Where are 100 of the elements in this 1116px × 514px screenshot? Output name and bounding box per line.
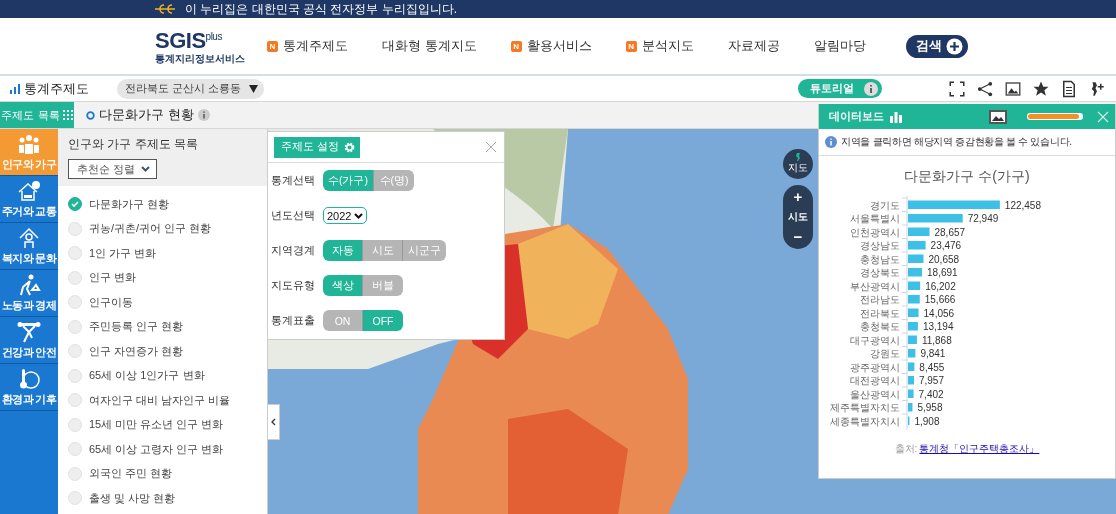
search-button[interactable]: 검색 <box>905 34 968 58</box>
plus-icon <box>945 37 963 55</box>
radio-button[interactable] <box>68 197 82 212</box>
opacity-slider-fill[interactable] <box>1028 114 1080 119</box>
category-label: 세종특별자치시 <box>830 415 900 427</box>
value-label: 8,455 <box>919 361 945 373</box>
logo-subtitle: 통계지리정보서비스 <box>155 52 246 67</box>
current-theme-title: 다문화가구 현황 <box>99 106 194 124</box>
value-label: 7,402 <box>918 388 944 400</box>
fullscreen-icon[interactable] <box>948 79 966 98</box>
bar[interactable] <box>908 254 924 263</box>
dropdown-arrow-icon <box>248 84 258 93</box>
value-label: 1,908 <box>914 415 940 427</box>
house-person-icon <box>17 226 41 250</box>
nav-link[interactable]: N 통계주제도 <box>267 37 348 55</box>
info-icon[interactable] <box>197 109 210 121</box>
nav-link[interactable]: N 활용서비스 <box>510 37 592 55</box>
bar[interactable] <box>908 349 916 358</box>
category-label: 경상남도 <box>860 240 900 251</box>
bar[interactable] <box>908 281 921 290</box>
info-icon <box>864 81 878 96</box>
category-label: 서울특별시 <box>850 213 900 224</box>
nav-link[interactable]: 자료제공 <box>727 37 780 55</box>
page-title: 통계주제도 <box>24 79 90 98</box>
collapse-button[interactable] <box>268 404 280 440</box>
setting-label: 지도유형 <box>271 278 316 293</box>
nav-link[interactable]: 알림마당 <box>813 37 866 55</box>
bar[interactable] <box>908 376 914 385</box>
house-icon <box>17 179 41 203</box>
source-link[interactable]: 통계청「인구주택총조사」 <box>919 441 1040 456</box>
bar[interactable] <box>908 322 918 331</box>
info-icon <box>825 136 837 148</box>
category-label: 대전광역시 <box>850 375 900 386</box>
value-label: 16,202 <box>925 280 956 292</box>
bar[interactable] <box>908 214 963 223</box>
sort-dropdown[interactable]: 추천순 정렬 <box>68 159 157 179</box>
category-label: 충청북도 <box>860 321 900 332</box>
category-label: 충청남도 <box>860 253 900 265</box>
theme-list-item[interactable]: 1인 가구 변화 <box>58 241 267 266</box>
theme-list-item[interactable]: 출생 및 사망 현황 <box>58 486 267 511</box>
theme-list-item[interactable]: 15세 미만 유소년 인구 변화 <box>58 412 267 437</box>
setting-label: 년도선택 <box>271 208 316 223</box>
category-label: 울산광역시 <box>850 388 900 400</box>
bar[interactable] <box>908 295 920 304</box>
theme-list-item[interactable]: 인구 변화 <box>58 265 267 290</box>
value-label: 15,666 <box>924 294 956 305</box>
theme-list-item[interactable]: 외국인 주민 현황 <box>58 461 267 486</box>
notice-text: 지역을 클릭하면 해당지역 증감현황을 볼 수 있습니다. <box>841 135 1072 149</box>
category-label: 부산광역시 <box>850 280 900 292</box>
logo-title[interactable]: SGIS$^{plus}$ <box>155 25 267 53</box>
value-label: 11,868 <box>921 334 952 346</box>
setting-label: 지역경계 <box>271 243 316 258</box>
nav-link[interactable]: 대화형 통계지도 <box>382 37 477 55</box>
value-label: 72,949 <box>967 213 999 224</box>
bar[interactable] <box>908 308 919 317</box>
image-icon[interactable] <box>989 109 1007 124</box>
value-label: 28,657 <box>934 226 966 238</box>
theme-list-item[interactable]: 인구 자연증가 현황 <box>58 339 267 364</box>
category-label: 인천광역시 <box>850 226 900 238</box>
region-dropdown[interactable]: 전라북도 군산시 소룡동 <box>117 78 264 99</box>
document-icon[interactable] <box>1060 79 1078 98</box>
bar[interactable] <box>908 268 922 277</box>
value-label: 13,194 <box>922 321 954 332</box>
theme-list-item[interactable]: 다문화가구 현황 <box>58 192 267 217</box>
gov-banner-text: 이 누리집은 대한민국 공식 전자정부 누리집입니다. <box>185 0 457 18</box>
year-select[interactable]: 2022 <box>323 207 368 224</box>
grid-icon <box>62 110 73 120</box>
theme-list-item[interactable]: 주민등록 인구 현황 <box>58 314 267 339</box>
checkmark-icon <box>71 200 79 209</box>
bar[interactable] <box>908 200 1000 209</box>
bar[interactable] <box>908 389 914 398</box>
category-label: 경기도 <box>870 199 900 211</box>
chevron-down-icon <box>354 212 364 219</box>
zoom-level-label: 시도 <box>788 210 808 224</box>
setting-label: 통계표출 <box>271 313 316 328</box>
image-icon[interactable] <box>1004 79 1022 98</box>
bar[interactable] <box>908 227 930 236</box>
bar[interactable] <box>908 335 917 344</box>
share-icon[interactable] <box>976 79 994 98</box>
bar[interactable] <box>908 403 913 412</box>
value-label: 7,957 <box>918 375 944 386</box>
theme-list-item[interactable]: 여자인구 대비 남자인구 비율 <box>58 388 267 413</box>
bar[interactable] <box>908 362 915 371</box>
people-icon <box>17 132 41 156</box>
theme-list-item[interactable]: 65세 이상 1인가구 변화 <box>58 363 267 388</box>
zoom-out-button[interactable]: − <box>788 228 808 246</box>
theme-list-item[interactable]: 귀농/귀촌/귀어 인구 현황 <box>58 216 267 241</box>
bar[interactable] <box>908 241 926 250</box>
category-label: 경상북도 <box>860 267 900 278</box>
chevron-down-icon <box>141 166 150 172</box>
nav-link[interactable]: N 분석지도 <box>625 37 694 55</box>
dashboard-title: 데이터보드 <box>829 109 884 124</box>
value-label: 14,056 <box>923 307 955 319</box>
category-label: 전라남도 <box>860 294 900 305</box>
close-button[interactable] <box>1097 110 1109 123</box>
close-icon[interactable] <box>485 141 497 153</box>
theme-list-item[interactable]: 65세 이상 고령자 인구 변화 <box>58 437 267 462</box>
category-label: 대구광역시 <box>850 334 900 346</box>
theme-list-item[interactable]: 인구이동 <box>58 290 267 315</box>
zoom-in-button[interactable]: + <box>788 188 808 206</box>
